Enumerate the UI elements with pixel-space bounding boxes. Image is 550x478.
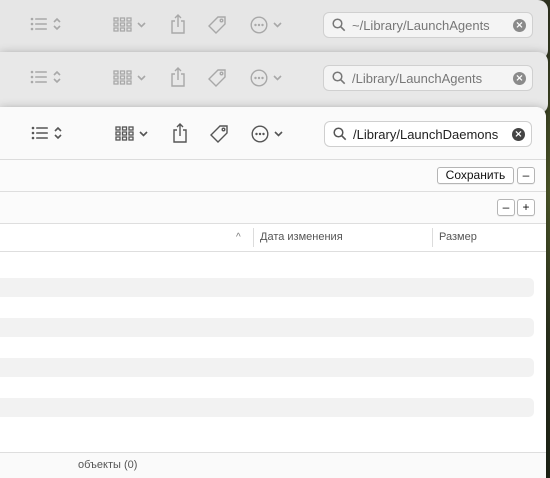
remove-bar-button[interactable]: – bbox=[517, 167, 535, 184]
group-button[interactable] bbox=[115, 126, 148, 141]
clear-search-icon[interactable]: × bbox=[513, 19, 526, 32]
save-search-button[interactable]: Сохранить bbox=[437, 167, 514, 184]
group-button[interactable] bbox=[113, 17, 146, 32]
grid-group-icon bbox=[113, 70, 132, 85]
more-actions-button[interactable] bbox=[251, 125, 283, 143]
column-header: ^ Дата изменения Размер bbox=[0, 224, 546, 252]
list-row-stripe bbox=[0, 318, 534, 337]
view-options-button[interactable] bbox=[30, 70, 61, 84]
toolbar: /Library/LaunchAgents × bbox=[0, 52, 548, 104]
tag-icon bbox=[207, 15, 227, 35]
sort-ascending-icon[interactable]: ^ bbox=[236, 224, 241, 251]
more-actions-icon bbox=[251, 125, 269, 143]
up-down-chevron-icon bbox=[53, 17, 61, 31]
tag-icon bbox=[209, 124, 229, 144]
search-icon bbox=[333, 127, 347, 141]
clear-search-icon[interactable]: × bbox=[512, 128, 525, 141]
search-field[interactable]: /Library/LaunchDaemons × bbox=[324, 121, 532, 147]
up-down-chevron-icon bbox=[54, 126, 62, 140]
search-criteria-save-bar: Сохранить – bbox=[0, 160, 546, 192]
item-count-label: объекты (0) bbox=[78, 459, 138, 471]
list-row-stripe bbox=[0, 398, 534, 417]
search-icon bbox=[332, 18, 346, 32]
search-input-value[interactable]: /Library/LaunchDaemons bbox=[353, 127, 498, 142]
results-list bbox=[0, 252, 546, 424]
tag-icon bbox=[207, 68, 227, 88]
finder-window-back[interactable]: ~/Library/LaunchAgents × bbox=[0, 0, 548, 60]
search-icon bbox=[332, 71, 346, 85]
more-actions-icon bbox=[250, 69, 268, 87]
share-button[interactable] bbox=[170, 67, 186, 87]
tag-button[interactable] bbox=[207, 68, 227, 88]
list-view-icon bbox=[31, 126, 49, 140]
toolbar: ~/Library/LaunchAgents × bbox=[0, 0, 548, 52]
share-icon bbox=[172, 123, 188, 143]
search-field[interactable]: /Library/LaunchAgents × bbox=[323, 65, 533, 91]
toolbar: /Library/LaunchDaemons × bbox=[0, 107, 546, 160]
grid-group-icon bbox=[115, 126, 134, 141]
search-input-value[interactable]: /Library/LaunchAgents bbox=[352, 71, 482, 86]
finder-window-middle[interactable]: /Library/LaunchAgents × bbox=[0, 52, 548, 114]
finder-window-front[interactable]: /Library/LaunchDaemons × Сохранить – – +… bbox=[0, 107, 546, 478]
tag-button[interactable] bbox=[209, 124, 229, 144]
chevron-down-icon bbox=[273, 75, 282, 81]
grid-group-icon bbox=[113, 17, 132, 32]
chevron-down-icon bbox=[273, 22, 282, 28]
chevron-down-icon bbox=[137, 74, 146, 81]
share-icon bbox=[170, 14, 186, 34]
more-actions-icon bbox=[250, 16, 268, 34]
list-row-stripe bbox=[0, 278, 534, 297]
clear-search-icon[interactable]: × bbox=[513, 72, 526, 85]
share-icon bbox=[170, 67, 186, 87]
size-column-header[interactable]: Размер bbox=[439, 224, 477, 251]
search-field[interactable]: ~/Library/LaunchAgents × bbox=[323, 12, 533, 38]
search-criteria-rule-row: – + bbox=[0, 192, 546, 224]
status-bar: объекты (0) bbox=[0, 452, 546, 478]
up-down-chevron-icon bbox=[53, 70, 61, 84]
list-view-icon bbox=[30, 70, 48, 84]
search-input-value[interactable]: ~/Library/LaunchAgents bbox=[352, 18, 490, 33]
list-view-icon bbox=[30, 17, 48, 31]
chevron-down-icon bbox=[274, 131, 283, 137]
chevron-down-icon bbox=[137, 21, 146, 28]
tag-button[interactable] bbox=[207, 15, 227, 35]
remove-rule-button[interactable]: – bbox=[497, 199, 515, 216]
share-button[interactable] bbox=[170, 14, 186, 34]
column-divider[interactable] bbox=[253, 228, 254, 247]
view-options-button[interactable] bbox=[30, 17, 61, 31]
add-rule-button[interactable]: + bbox=[517, 199, 535, 216]
date-modified-column-header[interactable]: Дата изменения bbox=[260, 224, 343, 251]
view-options-button[interactable] bbox=[31, 126, 62, 140]
share-button[interactable] bbox=[172, 123, 188, 143]
more-actions-button[interactable] bbox=[250, 16, 282, 34]
chevron-down-icon bbox=[139, 130, 148, 137]
column-divider[interactable] bbox=[432, 228, 433, 247]
more-actions-button[interactable] bbox=[250, 69, 282, 87]
group-button[interactable] bbox=[113, 70, 146, 85]
list-row-stripe bbox=[0, 358, 534, 377]
